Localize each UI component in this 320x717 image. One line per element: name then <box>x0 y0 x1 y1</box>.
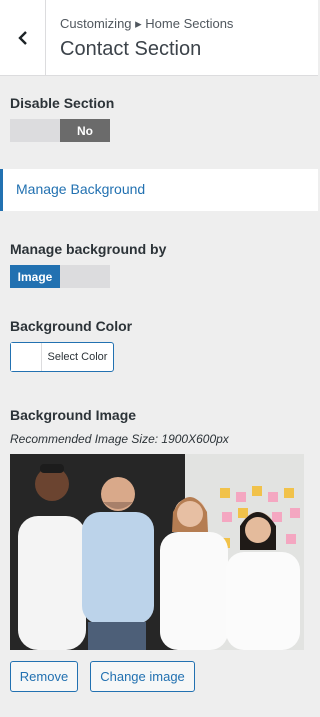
toggle-option-no[interactable]: No <box>60 119 110 142</box>
manage-background-label: Manage Background <box>16 181 146 197</box>
background-color-picker[interactable]: Select Color <box>10 342 114 372</box>
disable-section-toggle[interactable]: No <box>10 119 110 142</box>
manage-background-panel[interactable]: Manage Background <box>0 169 318 211</box>
team-photo-image <box>10 454 304 650</box>
back-button[interactable] <box>0 0 46 75</box>
color-swatch[interactable] <box>11 343 42 371</box>
page-title: Contact Section <box>60 38 202 60</box>
background-color-label: Background Color <box>10 318 133 334</box>
toggle-option-off[interactable] <box>10 119 60 142</box>
manage-background-by-label: Manage background by <box>10 241 167 257</box>
image-size-hint: Recommended Image Size: 1900X600px <box>10 432 229 446</box>
background-image-preview[interactable] <box>10 454 304 650</box>
breadcrumb: Customizing ▸ Home Sections <box>60 16 234 31</box>
toggle-option-image[interactable]: Image <box>10 265 60 288</box>
toggle-option-other[interactable] <box>60 265 110 288</box>
chevron-left-icon <box>17 30 27 45</box>
remove-image-button[interactable]: Remove <box>10 661 78 692</box>
manage-background-by-toggle[interactable]: Image <box>10 265 110 288</box>
customizer-header: Customizing ▸ Home Sections Contact Sect… <box>0 0 318 76</box>
background-image-label: Background Image <box>10 407 137 423</box>
disable-section-label: Disable Section <box>10 95 115 111</box>
select-color-button[interactable]: Select Color <box>42 343 113 371</box>
change-image-button[interactable]: Change image <box>90 661 195 692</box>
